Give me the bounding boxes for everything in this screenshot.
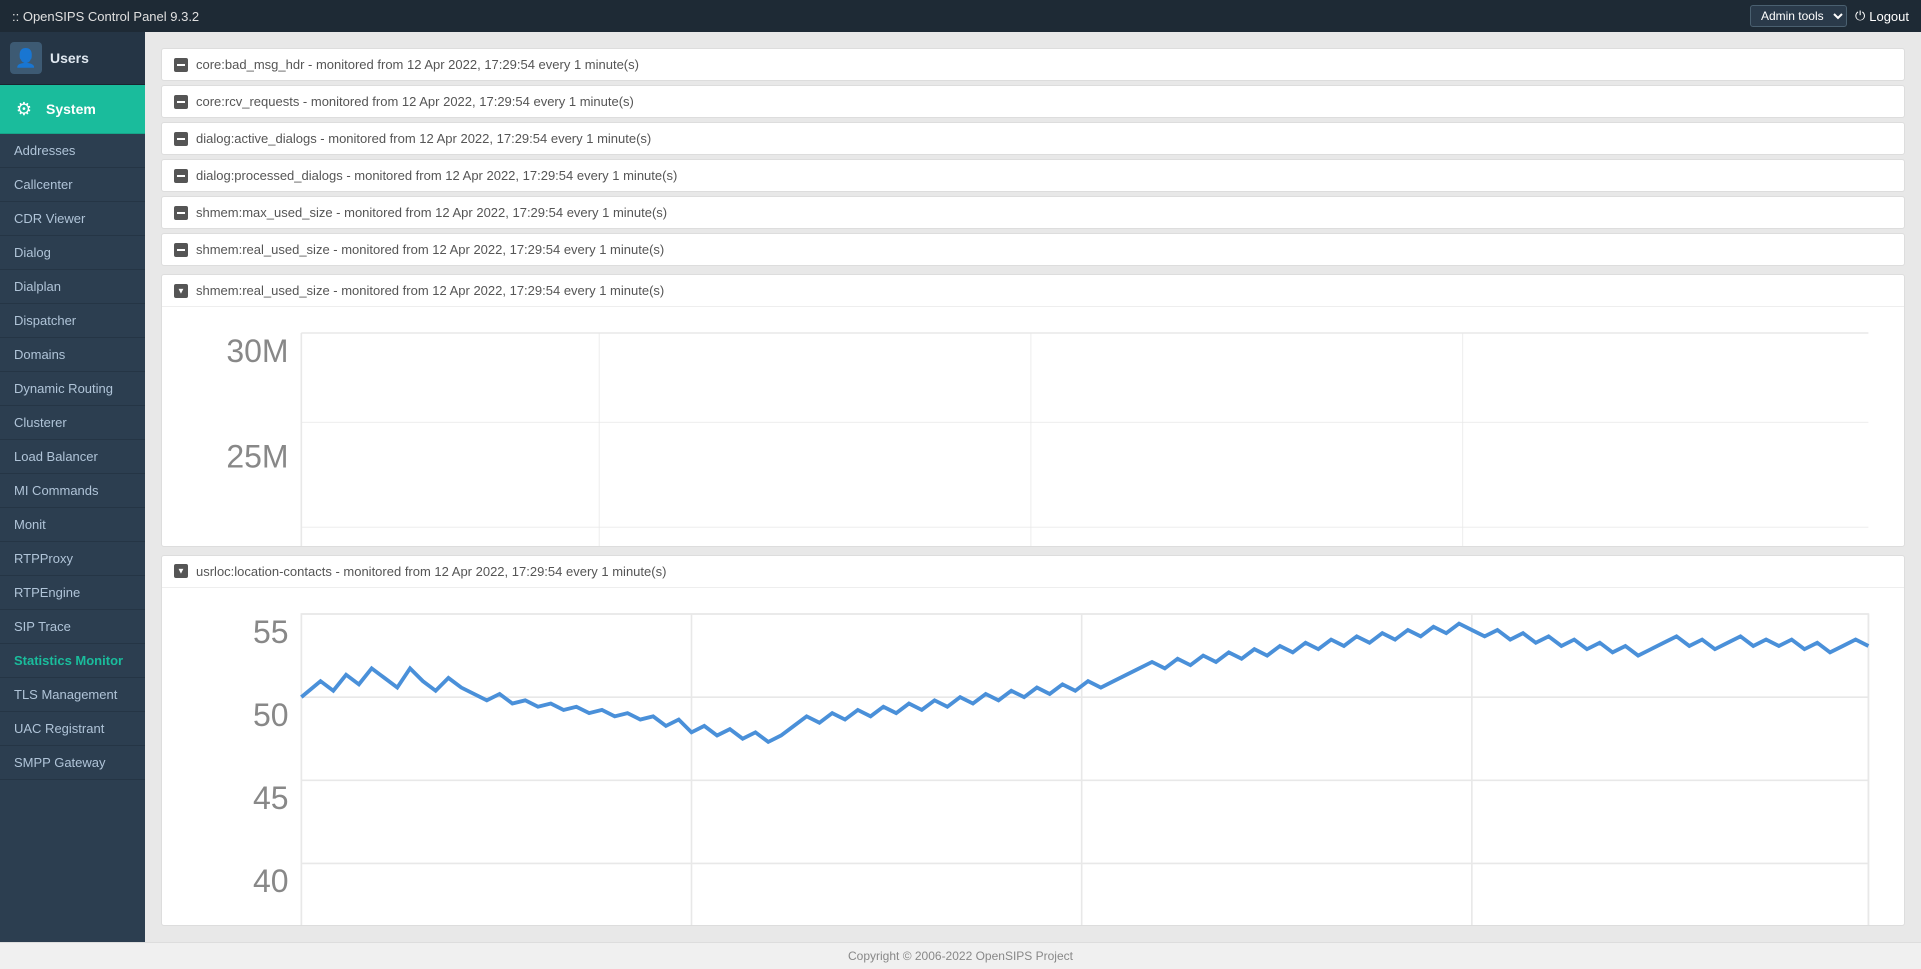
sidebar-item-statistics-monitor[interactable]: Statistics Monitor [0,644,145,678]
chart2-svg: 55 50 45 40 35 30 25 20 15 10 5.0 0.0 [167,598,1894,926]
users-icon: 👤 [10,42,42,74]
sidebar-item-sip-trace[interactable]: SIP Trace [0,610,145,644]
sidebar-item-callcenter[interactable]: Callcenter [0,168,145,202]
sidebar-users-label: Users [50,50,89,66]
sidebar-item-mi-commands[interactable]: MI Commands [0,474,145,508]
power-icon: ⏻ [1855,8,1865,24]
svg-text:30M: 30M [226,333,288,369]
svg-text:25M: 25M [226,438,288,474]
sidebar-item-domains[interactable]: Domains [0,338,145,372]
svg-text:20M: 20M [226,544,288,547]
sidebar-item-rtpproxy[interactable]: RTPProxy [0,542,145,576]
svg-text:45: 45 [253,780,289,816]
stat-item-label-rcv-requests: core:rcv_requests - monitored from 12 Ap… [196,94,634,109]
stat-item-real-used-size[interactable]: shmem:real_used_size - monitored from 12… [161,233,1905,266]
stat-item-label-processed-dialogs: dialog:processed_dialogs - monitored fro… [196,168,677,183]
topbar: :: OpenSIPS Control Panel 9.3.2 Admin to… [0,0,1921,32]
sidebar-item-monit[interactable]: Monit [0,508,145,542]
stat-item-label-bad-msg-hdr: core:bad_msg_hdr - monitored from 12 Apr… [196,57,639,72]
chart1-container: shmem:real_used_size - monitored from 12… [161,274,1905,547]
sidebar-users-section[interactable]: 👤 Users [0,32,145,85]
stat-item-label-max-used-size: shmem:max_used_size - monitored from 12 … [196,205,667,220]
top-right-controls: Admin tools ⏻ Logout [1750,5,1909,27]
chart1-header[interactable]: shmem:real_used_size - monitored from 12… [162,275,1904,307]
sidebar-item-addresses[interactable]: Addresses [0,134,145,168]
stat-item-icon-real-used-size [174,243,188,257]
stat-item-label-real-used-size: shmem:real_used_size - monitored from 12… [196,242,664,257]
stat-item-rcv-requests[interactable]: core:rcv_requests - monitored from 12 Ap… [161,85,1905,118]
chart2-container: usrloc:location-contacts - monitored fro… [161,555,1905,926]
stat-items-container: core:bad_msg_hdr - monitored from 12 Apr… [161,48,1905,266]
sidebar-nav: AddressesCallcenterCDR ViewerDialogDialp… [0,134,145,780]
sidebar-item-clusterer[interactable]: Clusterer [0,406,145,440]
stat-item-icon-bad-msg-hdr [174,58,188,72]
stat-item-processed-dialogs[interactable]: dialog:processed_dialogs - monitored fro… [161,159,1905,192]
chart1-toggle-icon [174,284,188,298]
stat-item-icon-max-used-size [174,206,188,220]
sidebar-item-tls-management[interactable]: TLS Management [0,678,145,712]
sidebar-item-dispatcher[interactable]: Dispatcher [0,304,145,338]
sidebar: 👤 Users ⚙ System AddressesCallcenterCDR … [0,32,145,942]
stat-item-bad-msg-hdr[interactable]: core:bad_msg_hdr - monitored from 12 Apr… [161,48,1905,81]
stat-item-icon-processed-dialogs [174,169,188,183]
main-layout: 👤 Users ⚙ System AddressesCallcenterCDR … [0,32,1921,942]
chart2-label: usrloc:location-contacts - monitored fro… [196,564,666,579]
footer-text: Copyright © 2006-2022 OpenSIPS Project [848,949,1073,963]
stat-item-icon-rcv-requests [174,95,188,109]
sidebar-item-smpp-gateway[interactable]: SMPP Gateway [0,746,145,780]
sidebar-item-rtpengine[interactable]: RTPEngine [0,576,145,610]
system-icon: ⚙ [10,95,38,123]
chart1-body: 30M 25M 20M 15M 10M 5.0M 0.0 Wed 13 03 A… [162,307,1904,547]
svg-text:40: 40 [253,863,289,899]
stat-item-icon-active-dialogs [174,132,188,146]
sidebar-item-uac-registrant[interactable]: UAC Registrant [0,712,145,746]
chart1-label: shmem:real_used_size - monitored from 12… [196,283,664,298]
stat-item-label-active-dialogs: dialog:active_dialogs - monitored from 1… [196,131,651,146]
svg-text:55: 55 [253,613,289,649]
sidebar-item-dialplan[interactable]: Dialplan [0,270,145,304]
sidebar-system-label: System [46,101,96,117]
sidebar-item-dialog[interactable]: Dialog [0,236,145,270]
admin-tools-select[interactable]: Admin tools [1750,5,1847,27]
app-title: :: OpenSIPS Control Panel 9.3.2 [12,9,199,24]
stat-item-active-dialogs[interactable]: dialog:active_dialogs - monitored from 1… [161,122,1905,155]
stat-item-max-used-size[interactable]: shmem:max_used_size - monitored from 12 … [161,196,1905,229]
chart1-svg: 30M 25M 20M 15M 10M 5.0M 0.0 Wed 13 03 A… [167,317,1894,547]
svg-text:50: 50 [253,696,289,732]
footer: Copyright © 2006-2022 OpenSIPS Project [0,942,1921,969]
chart2-header[interactable]: usrloc:location-contacts - monitored fro… [162,556,1904,588]
chart2-toggle-icon [174,564,188,578]
logout-button[interactable]: ⏻ Logout [1855,8,1909,24]
sidebar-system-section[interactable]: ⚙ System [0,85,145,134]
sidebar-item-cdr-viewer[interactable]: CDR Viewer [0,202,145,236]
sidebar-item-dynamic-routing[interactable]: Dynamic Routing [0,372,145,406]
sidebar-item-load-balancer[interactable]: Load Balancer [0,440,145,474]
content-area: core:bad_msg_hdr - monitored from 12 Apr… [145,32,1921,942]
chart2-body: 55 50 45 40 35 30 25 20 15 10 5.0 0.0 [162,588,1904,926]
